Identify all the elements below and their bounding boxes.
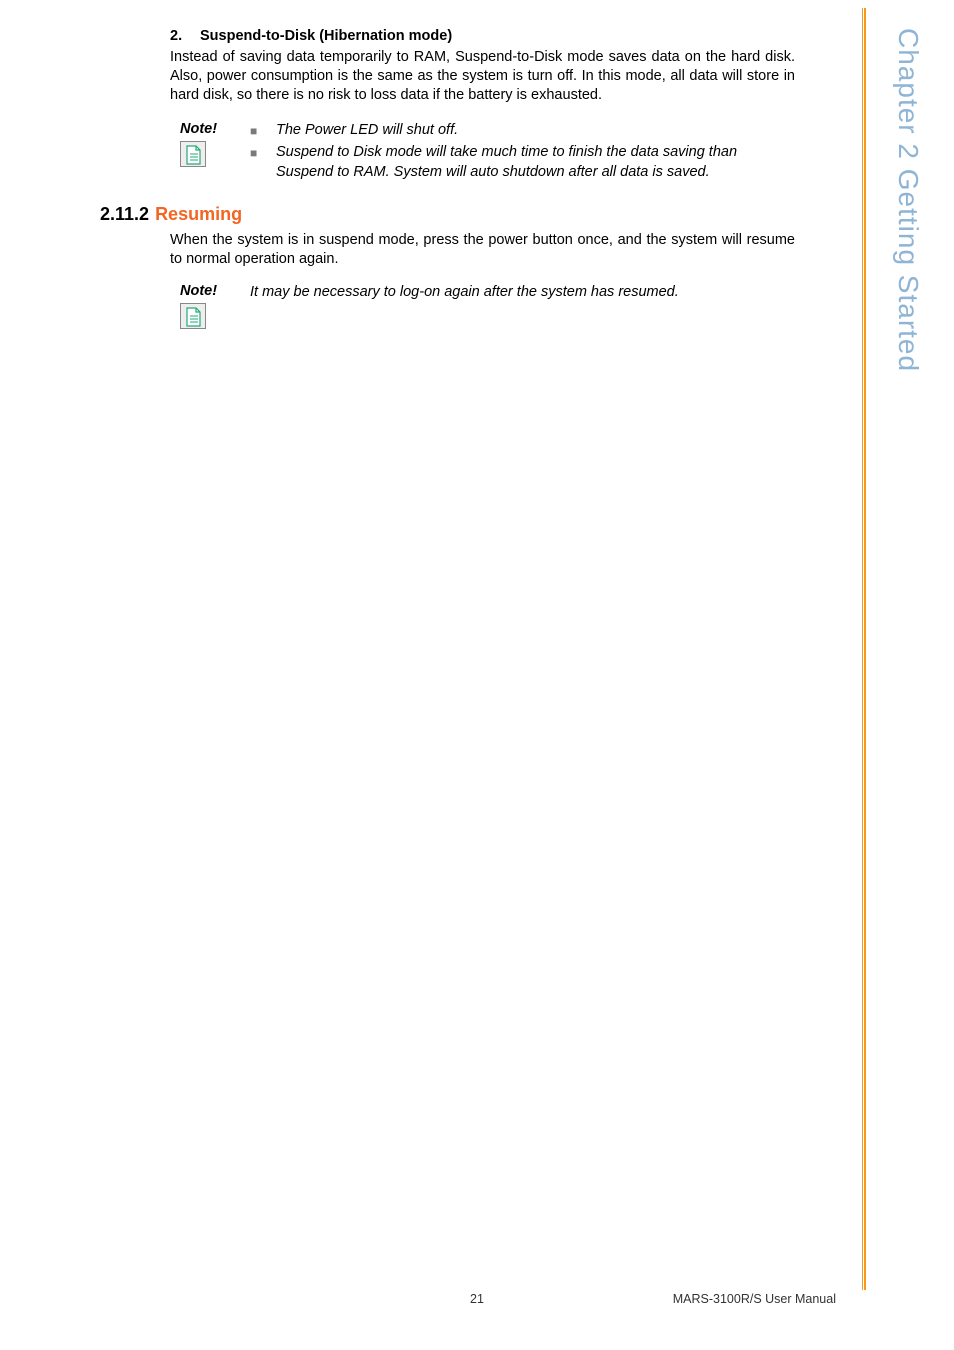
paragraph-suspend-to-disk: Instead of saving data temporarily to RA… [170,48,795,105]
list-item-number: 2. [170,28,200,44]
note-text: It may be necessary to log-on again afte… [250,283,679,329]
page-number: 21 [470,1292,484,1306]
note-block-1: Note! ■ The Power LED will shut off. [180,121,795,183]
page-footer: 21 MARS-3100R/S User Manual [0,1292,954,1306]
heading-number: 2.11.2 [100,204,149,225]
note-icon [180,303,206,329]
note-bullet-2: ■ Suspend to Disk mode will take much ti… [250,143,795,181]
side-chapter-label: Chapter 2 Getting Started [892,28,924,372]
note-bullet-1: ■ The Power LED will shut off. [250,121,795,141]
bullet-icon: ■ [250,143,276,181]
page-accent-line [862,8,866,1290]
bullet-icon: ■ [250,121,276,141]
note-icon [180,141,206,167]
note-block-2: Note! It may be necessary to log-on agai… [180,283,795,329]
note-bullet-text: Suspend to Disk mode will take much time… [276,143,795,181]
note-bullet-text: The Power LED will shut off. [276,121,458,141]
content-area: 2. Suspend-to-Disk (Hibernation mode) In… [100,28,795,329]
note-label: Note! [180,121,250,137]
doc-name: MARS-3100R/S User Manual [673,1292,836,1306]
heading-resuming: 2.11.2 Resuming [100,204,795,225]
paragraph-resuming: When the system is in suspend mode, pres… [170,231,795,269]
heading-title: Resuming [155,204,242,225]
list-item-2: 2. Suspend-to-Disk (Hibernation mode) [170,28,795,44]
note-label: Note! [180,283,250,299]
list-item-title: Suspend-to-Disk (Hibernation mode) [200,28,452,44]
